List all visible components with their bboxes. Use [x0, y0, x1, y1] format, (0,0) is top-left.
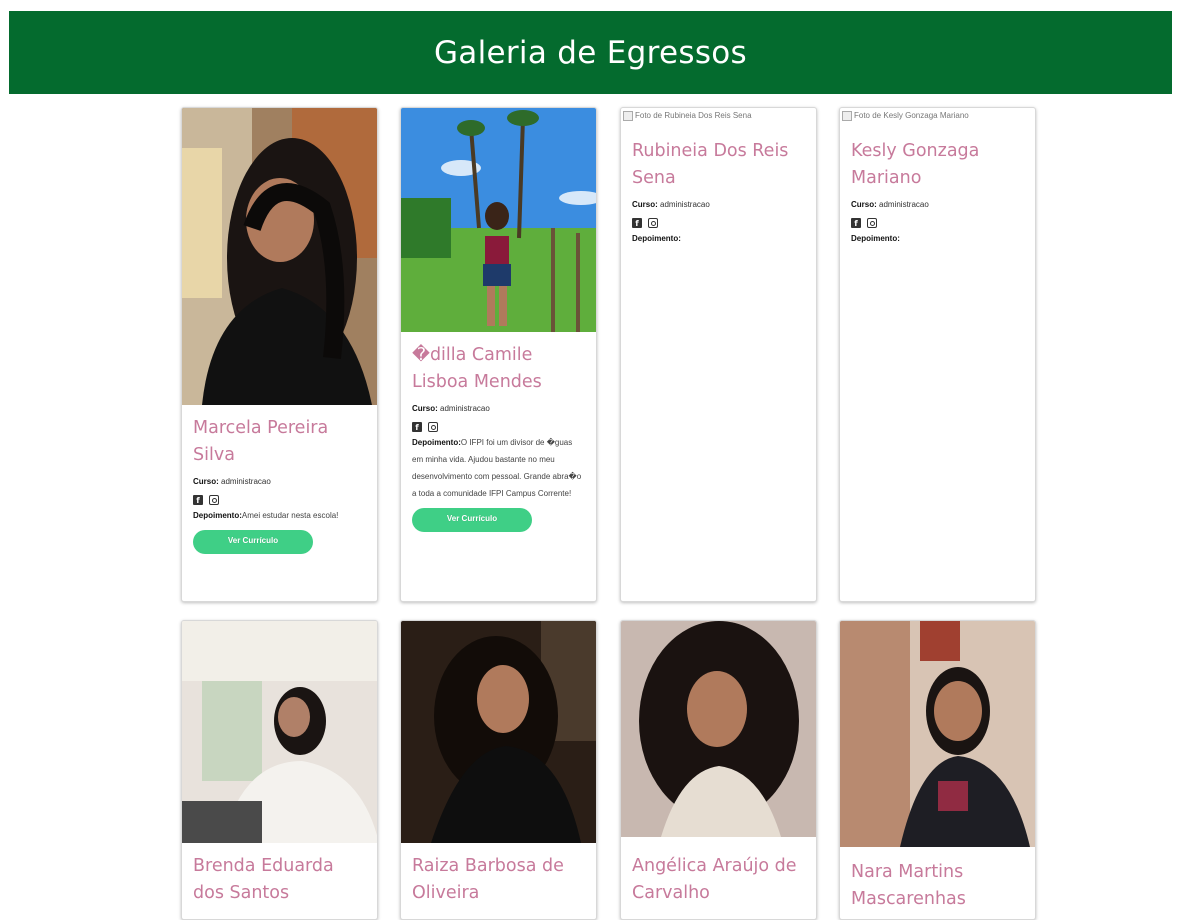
instagram-icon[interactable] [648, 218, 658, 228]
egresso-depoimento: Depoimento:Amei estudar nesta escola! [193, 511, 339, 520]
egresso-photo-broken: Foto de Rubineia Dos Reis Sena [621, 108, 816, 124]
egresso-photo [182, 621, 377, 843]
egresso-name: Marcela Pereira Silva [193, 418, 329, 465]
egresso-name: Angélica Araújo de Carvalho [632, 856, 797, 903]
instagram-icon[interactable] [428, 422, 438, 432]
egresso-card: Brenda Eduarda dos Santos [181, 620, 378, 920]
egresso-card: Nara Martins Mascarenhas [839, 620, 1036, 920]
facebook-icon[interactable]: f [193, 495, 203, 505]
egresso-photo [401, 108, 596, 332]
instagram-icon[interactable] [209, 495, 219, 505]
egresso-photo [621, 621, 816, 837]
egresso-photo [840, 621, 1035, 847]
egresso-photo [401, 621, 596, 843]
egresso-curso: Curso: administracao [412, 404, 490, 413]
egresso-photo [182, 108, 377, 405]
broken-image-icon [842, 111, 852, 121]
egresso-depoimento: Depoimento: [851, 234, 900, 243]
facebook-icon[interactable]: f [632, 218, 642, 228]
egresso-name: Rubineia Dos Reis Sena [632, 141, 789, 188]
egresso-depoimento: Depoimento:O IFPI foi um divisor de �gua… [412, 438, 582, 498]
egresso-card: Angélica Araújo de Carvalho [620, 620, 817, 920]
egresso-curso: Curso: administracao [193, 477, 271, 486]
egresso-name: Nara Martins Mascarenhas [851, 862, 966, 909]
facebook-icon[interactable]: f [851, 218, 861, 228]
page-title: Galeria de Egressos [433, 34, 748, 71]
egresso-photo-broken: Foto de Kesly Gonzaga Mariano [840, 108, 1035, 124]
egresso-card: �dilla Camile Lisboa Mendes Curso: admin… [400, 107, 597, 602]
broken-image-icon [623, 111, 633, 121]
egresso-curso: Curso: administracao [632, 200, 710, 209]
facebook-icon[interactable]: f [412, 422, 422, 432]
instagram-icon[interactable] [867, 218, 877, 228]
egresso-name: �dilla Camile Lisboa Mendes [412, 345, 542, 392]
page-header: Galeria de Egressos [9, 11, 1172, 94]
egresso-name: Raiza Barbosa de Oliveira [412, 856, 564, 903]
ver-curriculo-button[interactable]: Ver Currículo [412, 508, 532, 532]
egresso-card: Foto de Rubineia Dos Reis Sena Rubineia … [620, 107, 817, 602]
egresso-name: Brenda Eduarda dos Santos [193, 856, 334, 903]
egresso-name: Kesly Gonzaga Mariano [851, 141, 980, 188]
egresso-card: Marcela Pereira Silva Curso: administrac… [181, 107, 378, 602]
egresso-card: Foto de Kesly Gonzaga Mariano Kesly Gonz… [839, 107, 1036, 602]
ver-curriculo-button[interactable]: Ver Currículo [193, 530, 313, 554]
egresso-depoimento: Depoimento: [632, 234, 681, 243]
egresso-curso: Curso: administracao [851, 200, 929, 209]
egresso-card: Raiza Barbosa de Oliveira [400, 620, 597, 920]
